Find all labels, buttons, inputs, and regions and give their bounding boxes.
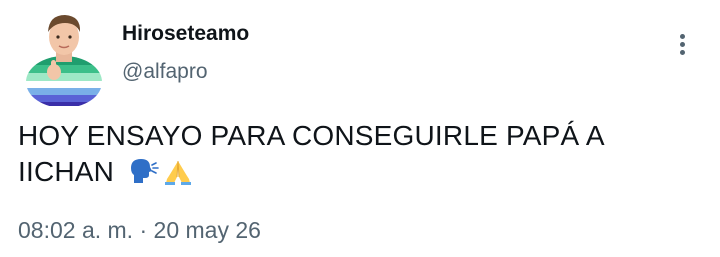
- tweet-text: HOY ENSAYO PARA CONSEGUIRLE PAPÁ A IICHA…: [18, 118, 678, 190]
- tweet-text-word: IICHAN: [18, 156, 115, 187]
- speaking-head-emoji: [131, 159, 159, 183]
- tweet-date: 20 may 26: [153, 217, 261, 243]
- tweet-card: Hiroseteamo @alfapro HOY ENSAYO PARA CON…: [0, 0, 720, 257]
- tweet-timestamp[interactable]: 08:02 a. m. · 20 may 26: [18, 217, 261, 244]
- folded-hands-emoji: [165, 160, 192, 185]
- tweet-text-line: HOY ENSAYO PARA CONSEGUIRLE PAPÁ A: [18, 120, 605, 151]
- avatar[interactable]: [24, 10, 104, 106]
- tweet-time: 08:02 a. m.: [18, 217, 134, 243]
- timestamp-separator: ·: [139, 217, 148, 243]
- more-options-button[interactable]: [668, 26, 698, 62]
- user-handle[interactable]: @alfapro: [122, 60, 208, 84]
- display-name[interactable]: Hiroseteamo: [122, 22, 249, 46]
- tweet-text-line: IICHAN: [18, 154, 678, 190]
